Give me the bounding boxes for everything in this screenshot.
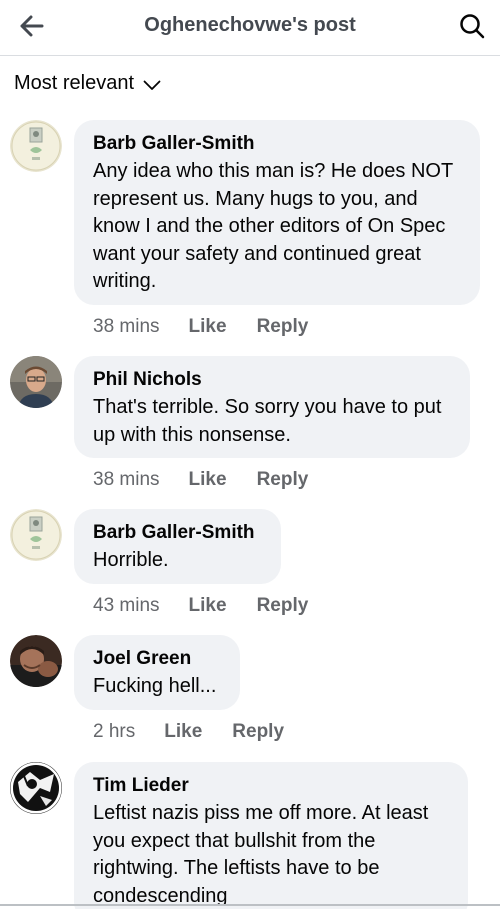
comment-bubble: Barb Galler-Smith Horrible.: [74, 509, 281, 584]
comment-author[interactable]: Barb Galler-Smith: [93, 521, 263, 545]
comment-timestamp[interactable]: 2 hrs: [93, 721, 135, 743]
like-button[interactable]: Like: [189, 469, 227, 491]
avatar[interactable]: [10, 356, 62, 408]
comment-author[interactable]: Phil Nichols: [93, 368, 452, 392]
reply-button[interactable]: Reply: [232, 721, 284, 743]
comment-author[interactable]: Barb Galler-Smith: [93, 132, 462, 156]
comment-bubble: Barb Galler-Smith Any idea who this man …: [74, 120, 480, 305]
comment-bubble: Phil Nichols That's terrible. So sorry y…: [74, 356, 470, 458]
search-icon: [460, 14, 485, 39]
bottom-divider: [0, 904, 500, 906]
avatar[interactable]: [10, 120, 62, 172]
search-button[interactable]: [454, 8, 490, 44]
reply-button[interactable]: Reply: [257, 316, 309, 338]
comment-author[interactable]: Joel Green: [93, 647, 222, 671]
like-button[interactable]: Like: [189, 595, 227, 617]
chevron-down-icon: [143, 80, 161, 90]
comment-author[interactable]: Tim Lieder: [93, 774, 450, 798]
avatar[interactable]: [10, 635, 62, 687]
comment-actions: 2 hrs Like Reply: [93, 721, 284, 743]
post-header: Oghenechovwe's post: [0, 0, 500, 56]
comment-bubble: Joel Green Fucking hell...: [74, 635, 240, 710]
comment-actions: 38 mins Like Reply: [93, 316, 308, 338]
comment-timestamp[interactable]: 38 mins: [93, 316, 160, 338]
comment-text: Horrible.: [93, 549, 169, 571]
sort-label: Most relevant: [14, 72, 135, 94]
avatar[interactable]: [10, 509, 62, 561]
comment-timestamp[interactable]: 43 mins: [93, 595, 160, 617]
comment-text: That's terrible. So sorry you have to pu…: [93, 396, 442, 446]
sort-dropdown[interactable]: Most relevant: [14, 72, 161, 95]
comment-timestamp[interactable]: 38 mins: [93, 469, 160, 491]
reply-button[interactable]: Reply: [257, 595, 309, 617]
like-button[interactable]: Like: [189, 316, 227, 338]
reply-button[interactable]: Reply: [257, 469, 309, 491]
like-button[interactable]: Like: [164, 721, 202, 743]
page-title: Oghenechovwe's post: [144, 14, 356, 36]
avatar[interactable]: [10, 762, 62, 814]
comment-text: Leftist nazis piss me off more. At least…: [93, 802, 429, 907]
comment-text: Fucking hell...: [93, 675, 217, 697]
comment-text: Any idea who this man is? He does NOT re…: [93, 160, 453, 292]
comment-bubble: Tim Lieder Leftist nazis piss me off mor…: [74, 762, 468, 909]
comment-actions: 43 mins Like Reply: [93, 595, 308, 617]
comment-actions: 38 mins Like Reply: [93, 469, 308, 491]
